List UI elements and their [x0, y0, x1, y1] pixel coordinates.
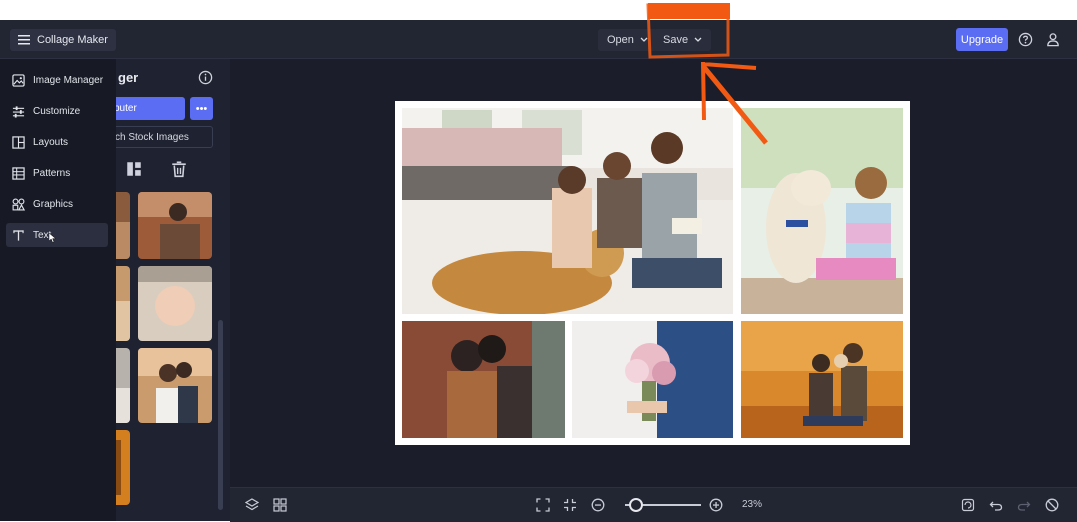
menu-item-label: Customize — [33, 105, 81, 117]
hamburger-icon — [18, 35, 30, 45]
menu-item-label: Graphics — [33, 198, 74, 210]
menu-item-text[interactable]: Text — [6, 223, 108, 247]
info-icon[interactable] — [198, 70, 213, 85]
bottom-toolbar: 23% — [230, 487, 1077, 522]
more-label: ••• — [195, 102, 208, 115]
menu-item-label: Image Manager — [33, 74, 104, 86]
chevron-down-icon — [694, 37, 702, 42]
layers-icon[interactable] — [244, 497, 260, 513]
save-label: Save — [663, 34, 689, 46]
menu-item-label: Patterns — [33, 167, 71, 179]
auto-layout-icon[interactable] — [125, 160, 143, 178]
annotation-top-bar — [648, 3, 730, 19]
search-stock-images-button[interactable]: ch Stock Images — [104, 126, 213, 148]
upload-label: puter — [114, 103, 137, 114]
save-button[interactable]: Save — [654, 29, 712, 51]
trash-icon[interactable] — [170, 160, 188, 178]
zoom-out-icon[interactable] — [590, 497, 606, 513]
collage-cell-family-dog[interactable] — [402, 108, 733, 314]
menu-item-layouts[interactable]: Layouts — [6, 130, 108, 154]
menu-item-image-manager[interactable]: Image Manager — [6, 68, 108, 92]
layout-icon — [12, 135, 25, 149]
image-icon — [12, 73, 25, 87]
main-menu-label: Collage Maker — [37, 34, 108, 46]
collage-canvas[interactable] — [395, 101, 910, 445]
undo-icon[interactable] — [988, 497, 1004, 513]
chevron-down-icon — [640, 37, 648, 42]
fit-screen-icon[interactable] — [535, 497, 551, 513]
thumbnail-image[interactable] — [138, 266, 212, 341]
zoom-slider-handle[interactable] — [629, 498, 644, 512]
redo-icon[interactable] — [1016, 497, 1032, 513]
collage-cell-autumn-family[interactable] — [741, 321, 903, 438]
shapes-icon — [12, 198, 25, 210]
user-icon[interactable] — [1043, 30, 1062, 49]
open-button[interactable]: Open — [598, 29, 657, 51]
upgrade-label: Upgrade — [960, 33, 1004, 46]
stock-label: ch Stock Images — [115, 131, 189, 143]
side-menu: Image Manager Customize Layouts Patterns… — [0, 59, 116, 521]
pattern-icon — [12, 166, 25, 180]
menu-item-patterns[interactable]: Patterns — [6, 161, 108, 185]
sliders-icon — [12, 105, 25, 118]
collage-cell-wedding[interactable] — [572, 321, 733, 438]
refresh-icon[interactable] — [960, 497, 976, 513]
cursor-icon — [49, 233, 57, 243]
menu-item-graphics[interactable]: Graphics — [6, 192, 108, 216]
zoom-level-label: 23% — [742, 499, 763, 510]
menu-item-label: Layouts — [33, 136, 69, 148]
zoom-in-icon[interactable] — [708, 497, 724, 513]
panel-scrollbar[interactable] — [218, 320, 223, 510]
collage-cell-couple-brick[interactable] — [402, 321, 565, 438]
actual-size-icon[interactable] — [562, 497, 578, 513]
text-icon — [13, 229, 24, 241]
open-label: Open — [607, 34, 634, 46]
panel-title: ger — [118, 70, 139, 85]
collage-cell-girl-dog[interactable] — [741, 108, 903, 314]
upload-from-computer-button[interactable]: puter — [104, 97, 185, 120]
upgrade-button[interactable]: Upgrade — [956, 28, 1008, 51]
thumbnail-image[interactable] — [138, 192, 212, 259]
help-circle-icon[interactable] — [1016, 30, 1035, 49]
history-icon[interactable] — [1044, 497, 1060, 513]
main-menu-button[interactable]: Collage Maker — [10, 29, 116, 51]
grid-icon[interactable] — [272, 497, 288, 513]
thumbnail-image[interactable] — [138, 348, 212, 423]
more-options-button[interactable]: ••• — [190, 97, 213, 120]
menu-item-customize[interactable]: Customize — [6, 99, 108, 123]
top-header: Collage Maker Open Save Upgrade — [0, 20, 1077, 59]
